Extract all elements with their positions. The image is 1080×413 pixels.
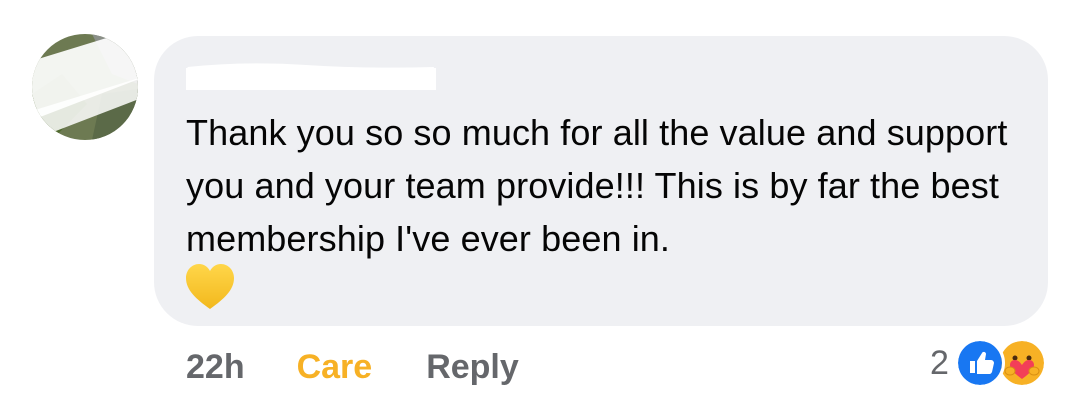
reaction-summary[interactable]: 2: [930, 338, 1047, 388]
redaction-scribble: [186, 63, 436, 90]
reply-button[interactable]: Reply: [426, 348, 519, 387]
comment: T n Thank you so so much for all the val…: [0, 0, 1080, 413]
like-icon: [954, 338, 1005, 388]
comment-author[interactable]: T n: [186, 52, 436, 96]
care-reaction-button[interactable]: Care: [297, 348, 373, 387]
avatar[interactable]: [32, 34, 138, 140]
timestamp[interactable]: 22h: [186, 348, 245, 387]
comment-actions: 22h Care Reply: [186, 342, 519, 392]
comment-text: Thank you so so much for all the value a…: [186, 112, 1008, 259]
reaction-count: 2: [930, 343, 949, 382]
yellow-heart-icon: [186, 264, 234, 309]
avatar-image: [32, 34, 138, 140]
